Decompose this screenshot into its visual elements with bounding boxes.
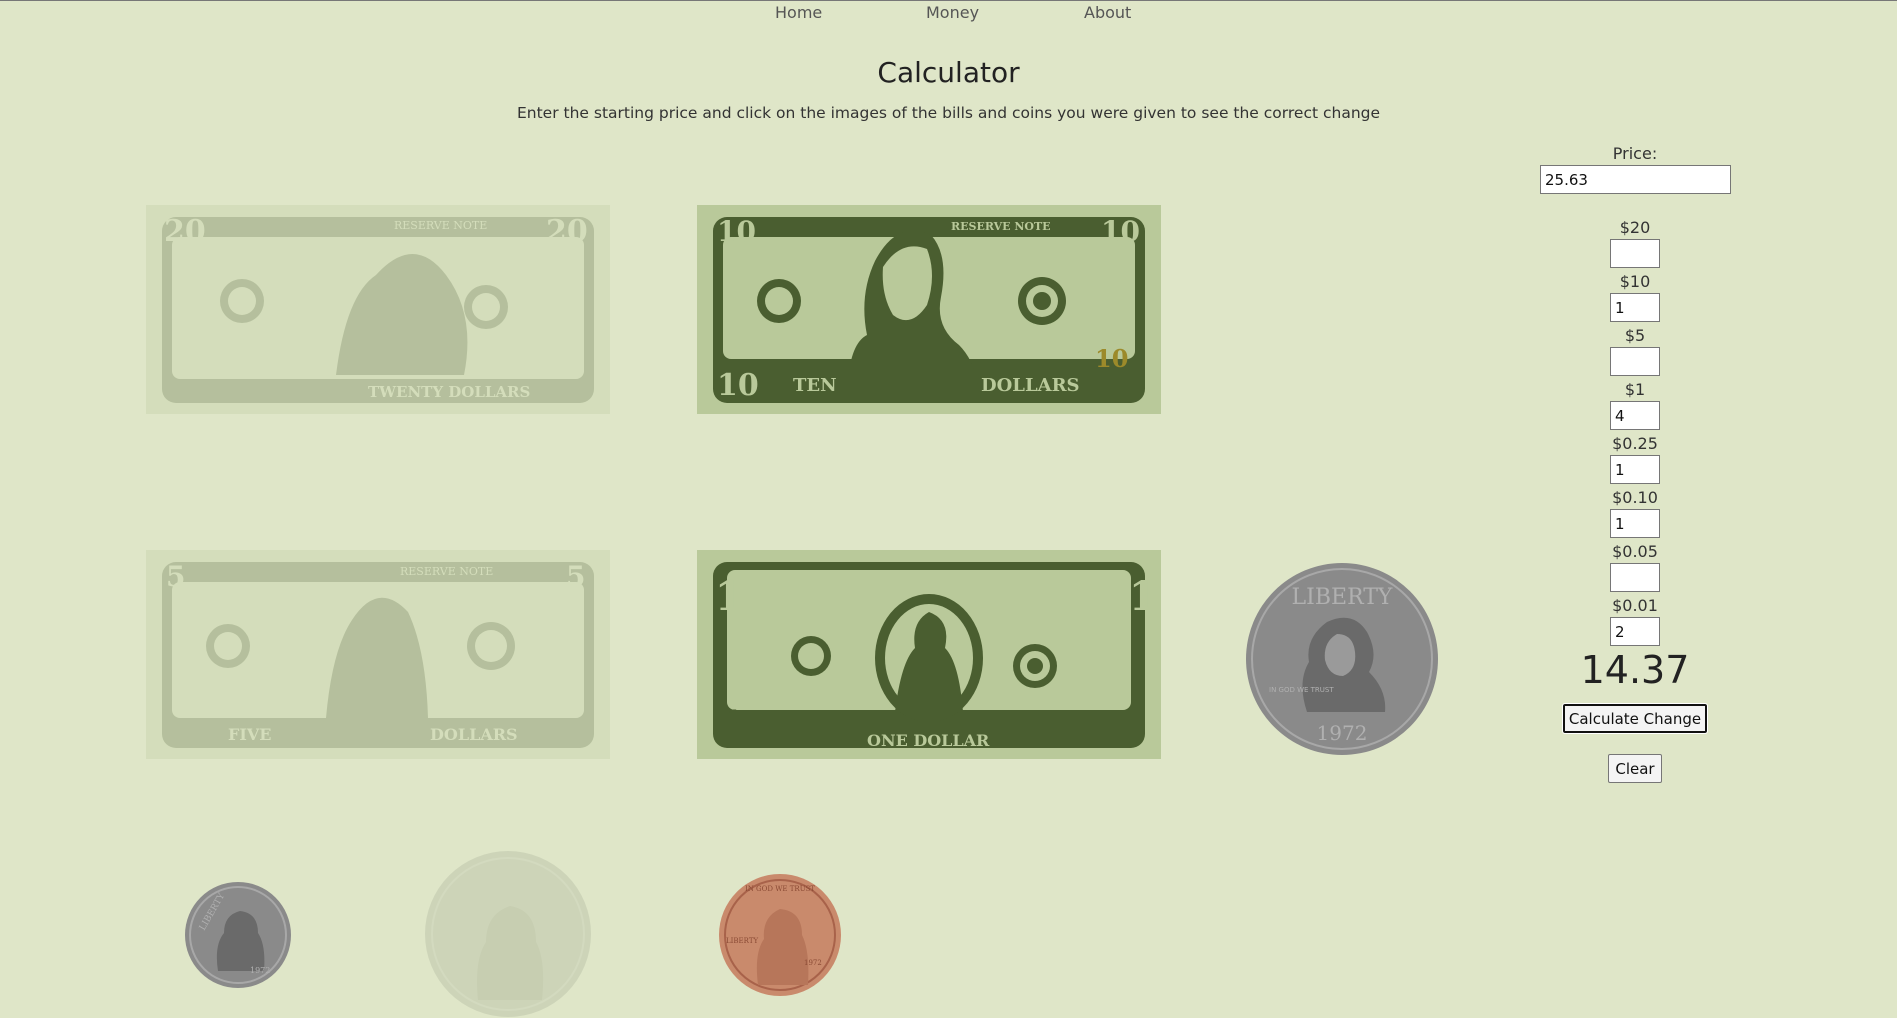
svg-text:1972: 1972 <box>804 959 822 967</box>
svg-text:20: 20 <box>164 214 206 249</box>
svg-text:RESERVE NOTE: RESERVE NOTE <box>394 219 487 232</box>
five-quantity-input[interactable] <box>1610 347 1660 376</box>
five-label: $5 <box>1624 326 1646 345</box>
svg-text:10: 10 <box>1101 215 1140 248</box>
one-label: $1 <box>1624 380 1646 399</box>
nickel-quantity-input[interactable] <box>1610 563 1660 592</box>
svg-text:1: 1 <box>715 573 743 620</box>
svg-text:TEN: TEN <box>793 375 837 396</box>
ten-dollar-bill[interactable]: 10 10 10 RESERVE NOTE TEN DOLLARS 10 <box>697 205 1161 414</box>
price-label: Price: <box>1612 144 1658 163</box>
nav-about-link[interactable]: About <box>1084 3 1131 22</box>
svg-text:1: 1 <box>1129 573 1157 620</box>
svg-text:LIBERTY: LIBERTY <box>726 937 758 945</box>
nickel-coin[interactable] <box>424 850 592 1018</box>
change-result: 14.37 <box>1580 648 1690 692</box>
svg-text:IN GOD WE TRUST: IN GOD WE TRUST <box>745 885 815 893</box>
page-title: Calculator <box>877 56 1020 89</box>
penny-coin-image: IN GOD WE TRUST LIBERTY 1972 <box>719 874 841 996</box>
dime-coin[interactable]: LIBERTY 1972 <box>184 881 292 989</box>
svg-text:ONE DOLLAR: ONE DOLLAR <box>867 731 990 750</box>
svg-text:1972: 1972 <box>250 966 270 975</box>
twenty-dollar-bill-image: 20 20 RESERVE NOTE TWENTY DOLLARS <box>146 205 610 414</box>
one-dollar-bill-image: 1 1 1 ONE DOLLAR <box>697 550 1161 759</box>
quarter-label: $0.25 <box>1612 434 1658 453</box>
nav-money-link[interactable]: Money <box>926 3 979 22</box>
ten-dollar-bill-image: 10 10 10 RESERVE NOTE TEN DOLLARS 10 <box>697 205 1161 414</box>
dime-label: $0.10 <box>1612 488 1658 507</box>
dime-coin-image: LIBERTY 1972 <box>185 882 291 988</box>
dime-quantity-input[interactable] <box>1610 509 1660 538</box>
ten-quantity-input[interactable] <box>1610 293 1660 322</box>
svg-text:10: 10 <box>717 368 759 403</box>
svg-text:10: 10 <box>1095 344 1128 373</box>
nav-home-link[interactable]: Home <box>775 3 822 22</box>
nickel-label: $0.05 <box>1612 542 1658 561</box>
five-dollar-bill-image: 5 5 RESERVE NOTE FIVE DOLLARS <box>146 550 610 759</box>
one-quantity-input[interactable] <box>1610 401 1660 430</box>
penny-coin[interactable]: IN GOD WE TRUST LIBERTY 1972 <box>718 873 842 997</box>
clear-button[interactable]: Clear <box>1608 754 1662 783</box>
quarter-quantity-input[interactable] <box>1610 455 1660 484</box>
twenty-dollar-bill[interactable]: 20 20 RESERVE NOTE TWENTY DOLLARS <box>146 205 610 414</box>
svg-text:FIVE: FIVE <box>228 725 271 744</box>
svg-text:5: 5 <box>566 560 585 593</box>
svg-text:1972: 1972 <box>1317 721 1368 745</box>
svg-text:RESERVE NOTE: RESERVE NOTE <box>400 565 493 578</box>
five-dollar-bill[interactable]: 5 5 RESERVE NOTE FIVE DOLLARS <box>146 550 610 759</box>
svg-text:RESERVE NOTE: RESERVE NOTE <box>951 220 1051 233</box>
top-border <box>0 0 1897 1</box>
price-input[interactable] <box>1540 165 1731 194</box>
one-dollar-bill[interactable]: 1 1 1 ONE DOLLAR <box>697 550 1161 759</box>
ten-label: $10 <box>1619 272 1651 291</box>
svg-text:1: 1 <box>727 705 741 729</box>
calculate-change-button[interactable]: Calculate Change <box>1562 703 1708 734</box>
svg-text:IN GOD WE TRUST: IN GOD WE TRUST <box>1269 686 1334 694</box>
quarter-coin[interactable]: LIBERTY 1972 IN GOD WE TRUST <box>1245 562 1439 756</box>
penny-label: $0.01 <box>1612 596 1658 615</box>
svg-text:5: 5 <box>166 560 185 593</box>
svg-text:DOLLARS: DOLLARS <box>981 375 1080 396</box>
svg-text:TWENTY DOLLARS: TWENTY DOLLARS <box>368 383 530 401</box>
quarter-coin-image: LIBERTY 1972 IN GOD WE TRUST <box>1246 563 1438 755</box>
page-subtitle: Enter the starting price and click on th… <box>516 104 1381 122</box>
top-nav: Home Money About <box>0 3 1897 25</box>
penny-quantity-input[interactable] <box>1610 617 1660 646</box>
twenty-quantity-input[interactable] <box>1610 239 1660 268</box>
svg-text:20: 20 <box>546 214 588 249</box>
twenty-label: $20 <box>1619 218 1651 237</box>
svg-text:LIBERTY: LIBERTY <box>1292 585 1393 610</box>
svg-text:DOLLARS: DOLLARS <box>430 725 518 744</box>
svg-text:10: 10 <box>717 215 756 248</box>
nickel-coin-image <box>425 851 591 1017</box>
